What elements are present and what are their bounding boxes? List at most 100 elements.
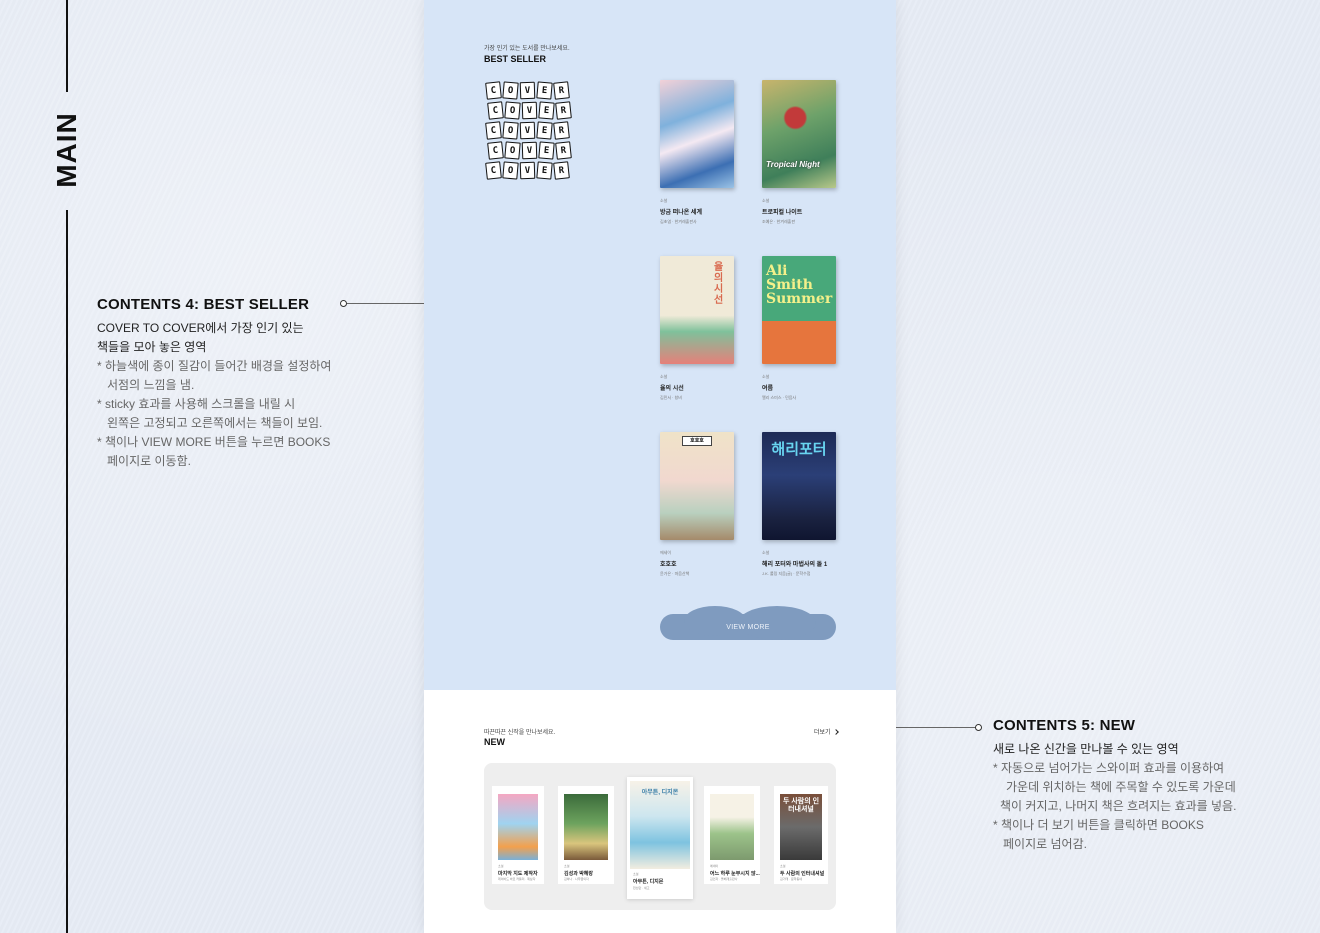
more-link[interactable]: 더보기 [814,727,839,736]
book-author: 조예은 · 한겨레출판 [762,219,795,224]
book-cover[interactable]: 두 사람의 인터내셔널 [780,794,822,860]
chevron-right-icon[interactable] [832,728,839,735]
cover-title-text: 해리포터 [771,441,827,458]
logo-letter-tile: O [502,161,519,180]
book-title[interactable]: 어느 하루 눈부시지 않... [710,870,760,877]
book-category: 소설 [564,864,570,868]
book-card[interactable]: 소설 방금 떠나온 세계 김초엽 · 한겨레출판사 [660,80,734,225]
book-category: 소설 [633,872,639,876]
carousel-book-card[interactable]: 소설 김성과 박혜랑 김하나 · 나무옆의자 [558,786,614,884]
annotation-note: * 책이나 더 보기 버튼을 클릭하면 BOOKS [993,818,1204,832]
book-author: 김초엽 · 한겨레출판사 [660,219,697,224]
logo-letter-tile: E [538,101,555,120]
book-cover[interactable]: Tropical Night [762,80,836,188]
cover-title-text: Tropical Night [766,160,820,169]
cover-title-text: 아무튼, 디지몬 [641,790,679,796]
logo-row: COVER [487,141,574,160]
book-author: 김인자 · 돌베개출판사 [710,877,738,881]
logo-row: COVER [485,161,574,180]
annotation-note: * 책이나 VIEW MORE 버튼을 누르면 BOOKS [97,435,331,449]
connector-start-dot [340,300,347,307]
annotation-title: CONTENTS 5: NEW [993,717,1136,734]
logo-letter-tile: V [519,161,536,180]
book-cover[interactable]: 해리포터 [762,432,836,540]
section-subtitle: 가장 인기 있는 도서를 만나보세요. [484,46,570,52]
logo-letter-tile: O [504,101,521,120]
logo-row: COVER [487,101,574,120]
annotation-note: 페이지로 이동함. [107,454,191,468]
book-title[interactable]: 방금 떠나온 세계 [660,207,734,216]
book-card[interactable]: Ali Smith Summer 소설 여름 앨리 스미스 · 민음사 [762,256,836,401]
book-cover[interactable]: 아무튼, 디지몬 [630,781,690,869]
book-category: 소설 [660,198,668,203]
logo-letter-tile: E [536,81,553,100]
book-title[interactable]: 해리 포터와 마법사의 돌 1 [762,559,836,568]
book-category: 에세이 [710,864,719,868]
connector-line [890,727,976,728]
book-category: 에세이 [660,550,672,555]
vertical-rule-top [66,0,68,92]
book-title[interactable]: 트로피컬 나이트 [762,207,836,216]
carousel-book-card[interactable]: 에세이 어느 하루 눈부시지 않... 김인자 · 돌베개출판사 [704,786,760,884]
book-cover[interactable] [710,794,754,860]
book-author: 김하나 · 나무옆의자 [564,877,589,881]
book-author: 천선란 · 세고 [633,886,650,890]
section-subtitle: 따끈따끈 신작을 만나보세요. [484,730,556,736]
section-label-text: MAIN [51,112,83,188]
carousel-book-card[interactable]: 두 사람의 인터내셔널 소설 두 사람의 인터내셔널 김기태 · 문학동네 [774,786,828,884]
annotation-line: 책들을 모아 놓은 영역 [97,340,207,354]
book-cover[interactable]: 호호호 [660,432,734,540]
view-more-label[interactable]: VIEW MORE [726,624,770,631]
carousel-book-card-active[interactable]: 아무튼, 디지몬 소설 아무튼, 디지몬 천선란 · 세고 [627,777,693,899]
book-author: 김기태 · 문학동네 [780,877,802,881]
book-cover[interactable] [498,794,538,860]
connector-end-dot [975,724,982,731]
logo-letter-tile: C [485,161,502,180]
view-more-button[interactable]: VIEW MORE [660,606,836,640]
section-label: MAIN [50,110,84,190]
logo-letter-tile: C [485,121,502,140]
book-cover[interactable] [660,80,734,188]
book-cover[interactable] [564,794,608,860]
book-author: 앨리 스미스 · 민음사 [762,395,797,400]
logo-row: COVER [485,81,574,100]
vertical-rule-bottom [66,210,68,933]
book-author: 윤가은 · 마음산책 [660,571,690,576]
logo-letter-tile: R [553,121,570,140]
logo-letter-tile: V [521,141,538,160]
book-card[interactable]: 호호호 에세이 호호호 윤가은 · 마음산책 [660,432,734,577]
logo-letter-tile: R [555,101,572,120]
new-books-carousel[interactable]: 소설 마지막 지도 제작자 데이비드 바르 커틀리 · 제삼자 소설 김성과 박… [484,763,836,910]
book-title[interactable]: 여름 [762,383,836,392]
logo-letter-tile: E [536,161,553,180]
book-title[interactable]: 두 사람의 인터내셔널 [780,870,824,877]
book-title[interactable]: 호호호 [660,559,734,568]
book-author: 김민서 · 창비 [660,395,682,400]
book-category: 소설 [762,374,770,379]
book-cover[interactable]: 율의 시선 [660,256,734,364]
book-card[interactable]: Tropical Night 소설 트로피컬 나이트 조예은 · 한겨레출판 [762,80,836,225]
section-title: BEST SELLER [484,54,547,64]
logo-row: COVER [485,121,574,140]
logo-letter-tile: O [502,81,519,100]
book-title[interactable]: 율의 시선 [660,383,734,392]
more-link-label[interactable]: 더보기 [814,727,831,736]
logo-letter-tile: R [555,141,572,160]
carousel-book-card[interactable]: 소설 마지막 지도 제작자 데이비드 바르 커틀리 · 제삼자 [492,786,544,884]
section-title: NEW [484,737,505,747]
book-cover[interactable]: Ali Smith Summer [762,256,836,364]
cover-title-text: Ali Smith Summer [766,263,833,307]
annotation-new: CONTENTS 5: NEW 새로 나온 신간을 만나볼 수 있는 영역 * … [993,717,1253,854]
logo-letter-tile: C [485,81,502,100]
book-card[interactable]: 해리포터 소설 해리 포터와 마법사의 돌 1 J.K. 롤링 지음(글) · … [762,432,836,577]
book-title[interactable]: 김성과 박혜랑 [564,870,593,877]
logo-letter-tile: C [487,141,504,160]
logo-letter-tile: V [519,121,536,140]
book-title[interactable]: 마지막 지도 제작자 [498,870,538,877]
logo-letter-tile: R [553,161,570,180]
book-card[interactable]: 율의 시선 소설 율의 시선 김민서 · 창비 [660,256,734,401]
annotation-note: 책이 커지고, 나머지 책은 흐려지는 효과를 넣음. [1000,799,1237,813]
cover-title-text: 두 사람의 인터내셔널 [782,798,820,813]
logo-letter-tile: R [553,81,570,100]
book-title[interactable]: 아무튼, 디지몬 [633,878,663,885]
